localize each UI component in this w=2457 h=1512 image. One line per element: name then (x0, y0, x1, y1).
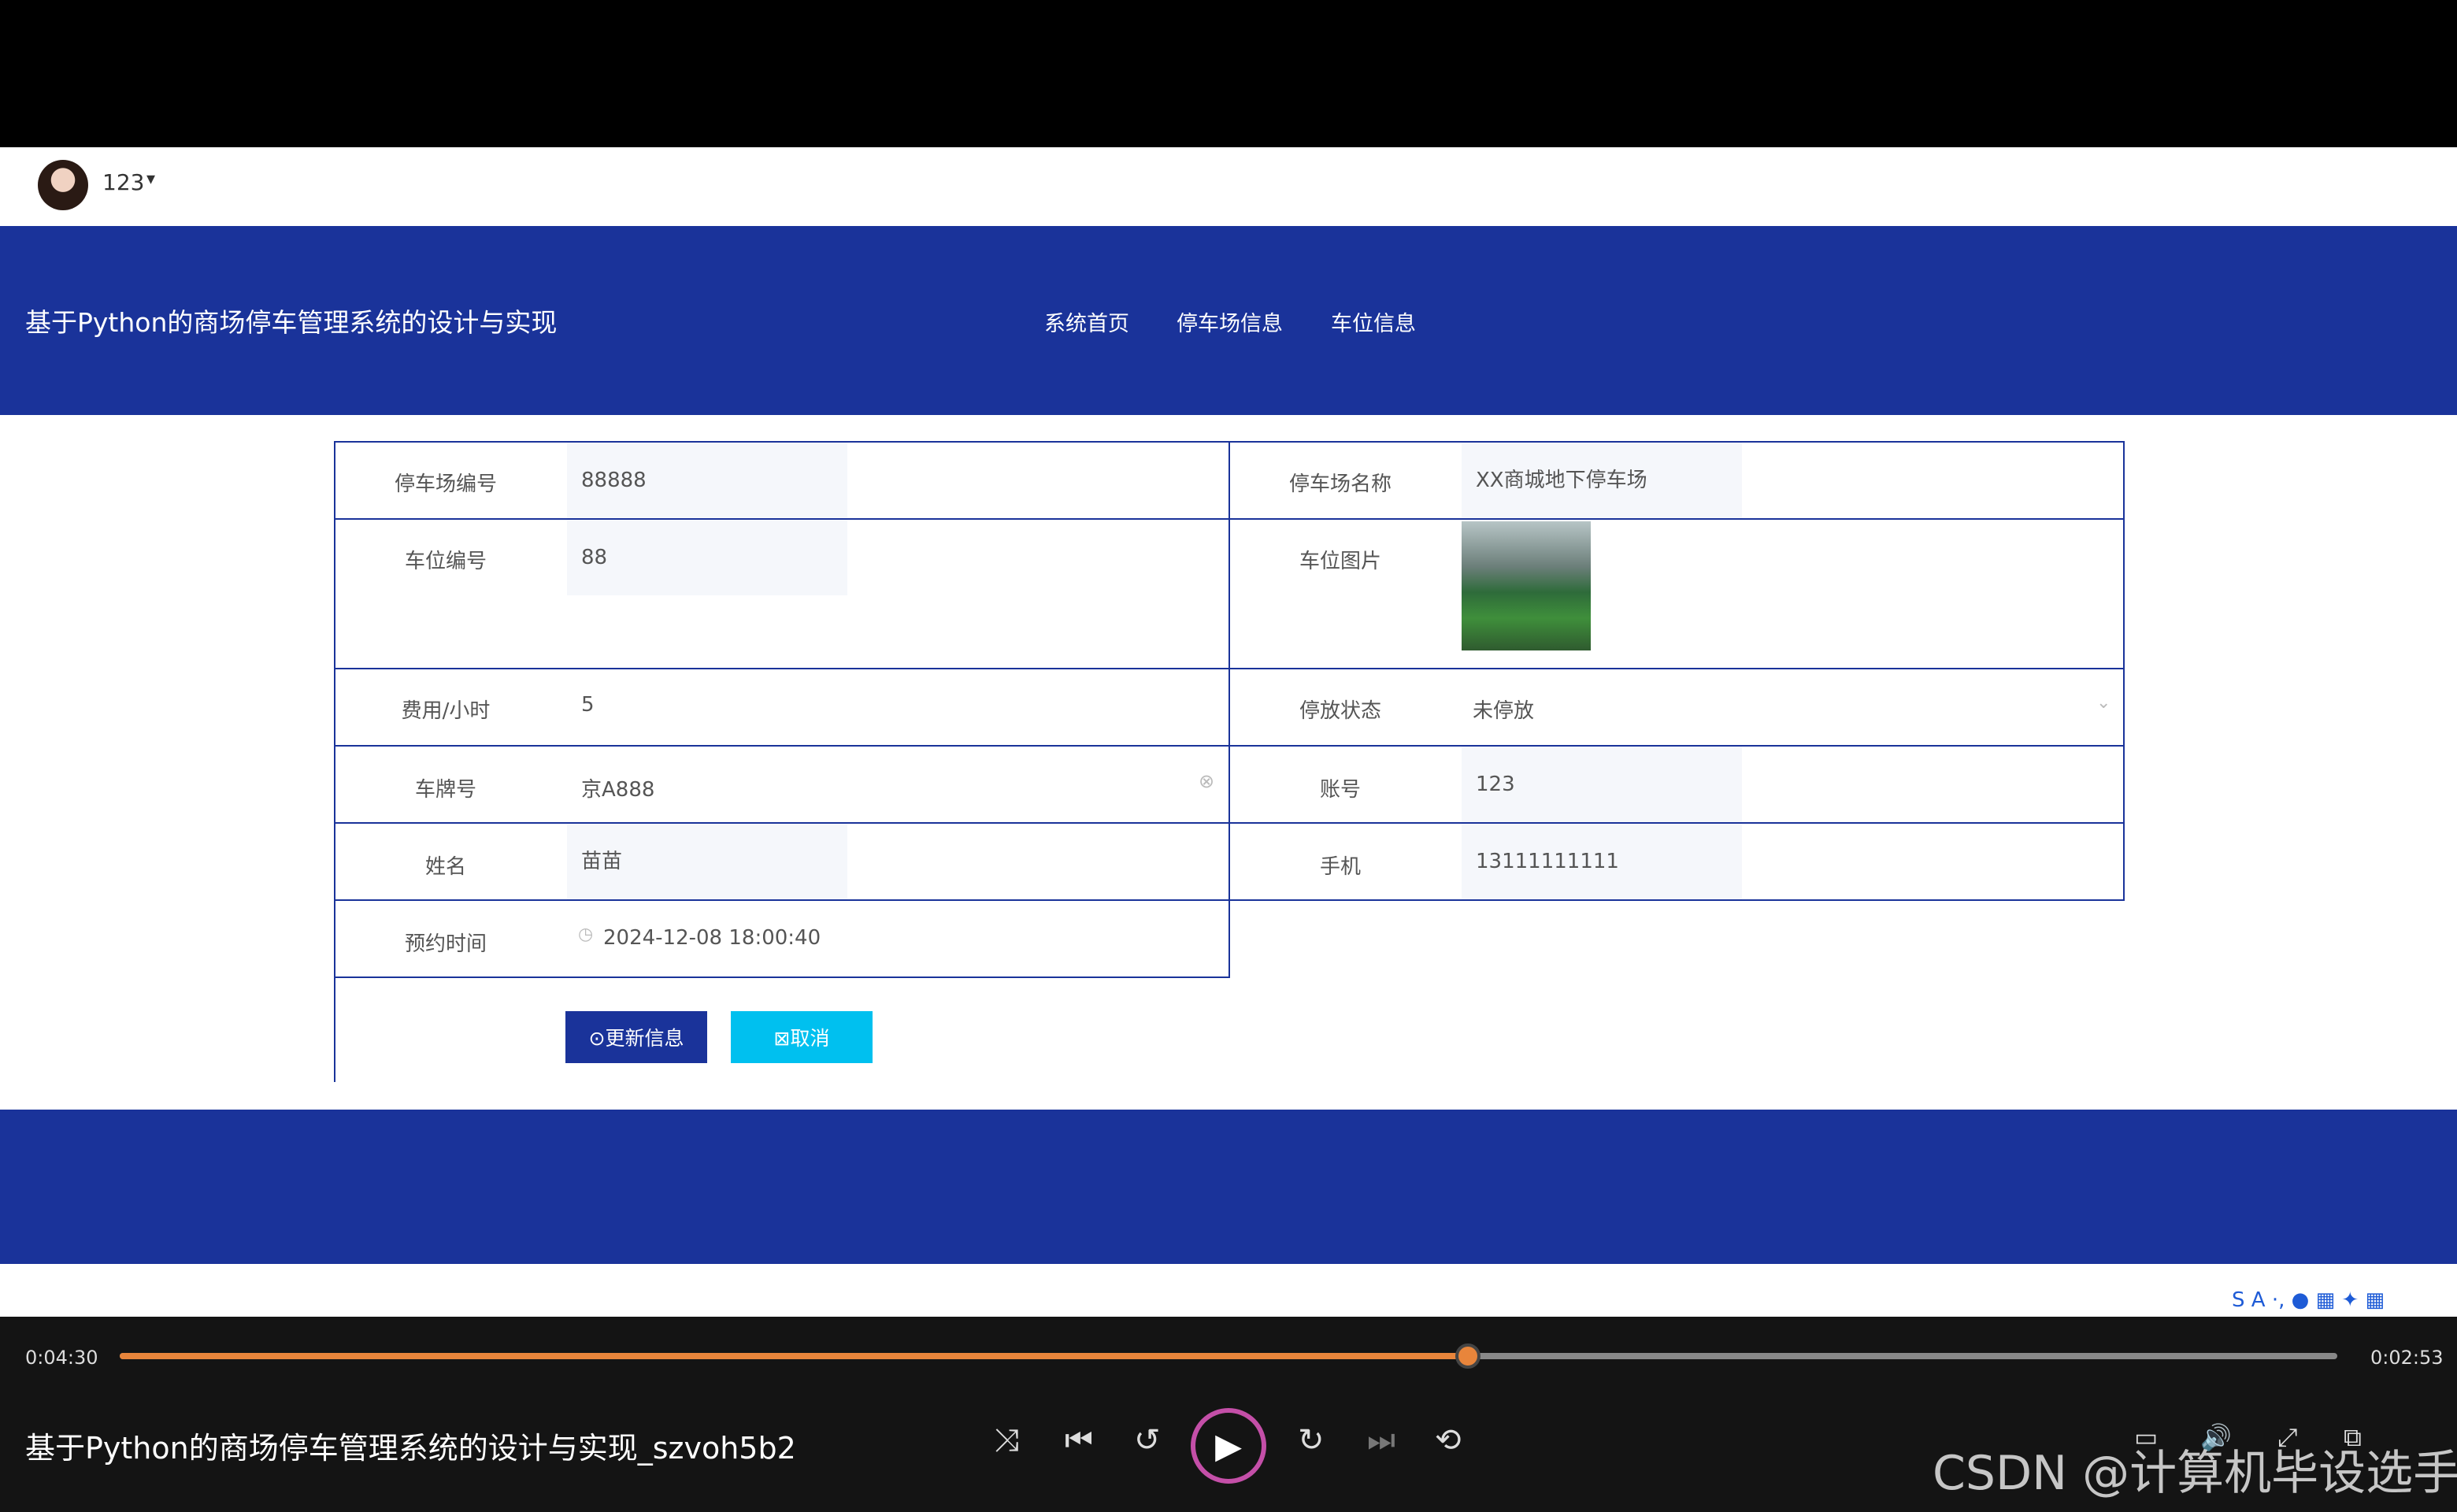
rewind-10-icon[interactable]: ↺ (1134, 1422, 1161, 1458)
space-no-input[interactable]: 88 (567, 520, 847, 595)
check-circle-icon: ⊙ (588, 1027, 606, 1050)
update-button[interactable]: ⊙更新信息 (565, 1011, 707, 1063)
site-title: 基于Python的商场停车管理系统的设计与实现 (25, 307, 558, 338)
next-icon[interactable]: ⏭ (1367, 1422, 1395, 1458)
space-image-thumbnail[interactable] (1462, 521, 1591, 650)
video-title: 基于Python的商场停车管理系统的设计与实现_szvoh5b2 (25, 1431, 796, 1466)
account-input[interactable]: 123 (1462, 747, 1742, 822)
progress-track[interactable] (120, 1343, 2337, 1369)
progress-fill (120, 1353, 1469, 1359)
site-header: 基于Python的商场停车管理系统的设计与实现 系统首页 停车场信息 车位信息 (0, 226, 2457, 415)
chevron-down-icon[interactable]: ⌄ (2096, 693, 2110, 713)
nav-parking-space-info[interactable]: 车位信息 (1331, 306, 1416, 337)
repeat-off-icon[interactable]: ⟲ (1435, 1422, 1462, 1458)
web-page: 123 ▾ 基于Python的商场停车管理系统的设计与实现 系统首页 停车场信息… (0, 147, 2457, 1317)
space-image-label: 车位图片 (1299, 550, 1381, 573)
watermark: CSDN @计算机毕设选手 (1933, 1446, 2457, 1501)
name-label: 姓名 (424, 855, 466, 879)
forward-30-icon[interactable]: ↻ (1298, 1422, 1325, 1458)
row-lot-no: 停车场编号 88888 (334, 441, 1230, 520)
play-button[interactable]: ▶ (1191, 1408, 1266, 1484)
video-top-letterbox (0, 0, 2457, 147)
caret-down-icon[interactable]: ▾ (146, 169, 155, 189)
row-fee: 费用/小时 5 (334, 668, 1230, 747)
row-phone: 手机 13111111111 (1228, 822, 2125, 901)
nav-parking-lot-info[interactable]: 停车场信息 (1177, 306, 1283, 337)
status-select[interactable]: 未停放 (1458, 695, 2073, 724)
previous-icon[interactable]: ⏮ (1065, 1422, 1093, 1458)
plate-input[interactable]: 京A888 (567, 773, 1166, 802)
lot-no-input[interactable]: 88888 (567, 443, 847, 518)
row-space-no: 车位编号 88 (334, 518, 1230, 669)
phone-label: 手机 (1319, 855, 1361, 879)
ime-toolbar[interactable]: S A ·, ● ▦ ✦ ▦ (2232, 1288, 2385, 1312)
fee-label: 费用/小时 (401, 699, 491, 723)
username[interactable]: 123 (102, 169, 144, 195)
form-left-border (334, 976, 335, 1082)
cancel-button[interactable]: ⊠取消 (731, 1011, 873, 1063)
row-status: 停放状态 未停放 ⌄ (1228, 668, 2125, 747)
user-bar: 123 ▾ (0, 147, 2457, 226)
space-no-label: 车位编号 (404, 550, 487, 573)
status-label: 停放状态 (1299, 699, 1381, 723)
row-plate: 车牌号 京A888 ⊗ (334, 745, 1230, 824)
video-player-bar: 0:04:30 0:02:53 基于Python的商场停车管理系统的设计与实现_… (0, 1317, 2457, 1512)
account-label: 账号 (1319, 778, 1361, 802)
plate-label: 车牌号 (414, 778, 476, 802)
row-reserve-time: 预约时间 ◷ 2024-12-08 18:00:40 (334, 899, 1230, 978)
row-name: 姓名 苗苗 (334, 822, 1230, 901)
nav-home[interactable]: 系统首页 (1044, 306, 1129, 337)
avatar[interactable] (38, 160, 88, 210)
fee-input[interactable]: 5 (567, 693, 1213, 717)
close-box-icon: ⊠ (773, 1027, 791, 1050)
lot-name-label: 停车场名称 (1288, 472, 1392, 496)
row-account: 账号 123 (1228, 745, 2125, 824)
play-icon: ▶ (1215, 1425, 1242, 1466)
phone-input[interactable]: 13111111111 (1462, 824, 1742, 899)
row-lot-name: 停车场名称 XX商城地下停车场 (1228, 441, 2125, 520)
name-input[interactable]: 苗苗 (567, 824, 847, 899)
clear-icon[interactable]: ⊗ (1199, 770, 1214, 792)
lot-no-label: 停车场编号 (394, 472, 497, 496)
reserve-time-label: 预约时间 (404, 932, 487, 956)
total-time: 0:02:53 (2370, 1347, 2444, 1369)
reserve-time-input[interactable]: 2024-12-08 18:00:40 (589, 926, 1140, 950)
lot-name-input[interactable]: XX商城地下停车场 (1462, 443, 1742, 518)
site-footer (0, 1110, 2457, 1264)
progress-handle[interactable] (1455, 1343, 1481, 1369)
cancel-button-label: 取消 (790, 1027, 830, 1050)
update-button-label: 更新信息 (605, 1027, 684, 1050)
shuffle-icon[interactable]: ⤨ (994, 1422, 1019, 1458)
current-time: 0:04:30 (25, 1347, 98, 1369)
row-space-image: 车位图片 (1228, 518, 2125, 669)
